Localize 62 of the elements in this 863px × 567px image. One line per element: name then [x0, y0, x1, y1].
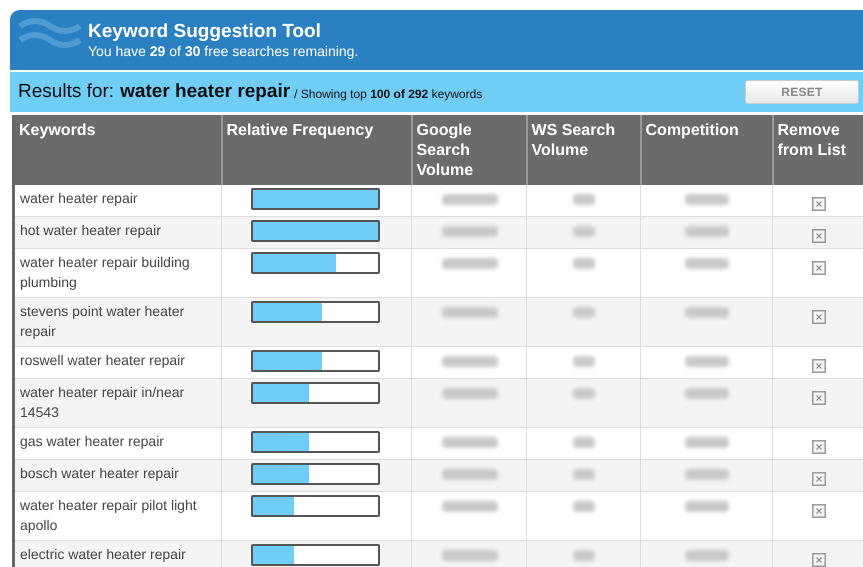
blurred-value — [572, 258, 594, 269]
blurred-value — [442, 437, 498, 448]
keyword-text: bosch water heater repair — [20, 464, 180, 483]
keyword-text: roswell water heater repair — [20, 351, 186, 370]
remove-icon[interactable] — [812, 196, 826, 211]
remove-icon[interactable] — [812, 310, 826, 324]
blurred-value — [685, 226, 729, 237]
remove-icon[interactable] — [812, 260, 826, 275]
keyword-text: water heater repair — [20, 189, 139, 208]
remove-icon[interactable] — [812, 504, 826, 518]
searches-remaining-text: You have 29 of 30 free searches remaining. — [88, 42, 358, 60]
keyword-text: water heater repair building plumbing — [20, 253, 191, 292]
results-summary: / Showing top 100 of 292 keywords — [294, 86, 482, 102]
blurred-value — [572, 307, 594, 318]
blurred-value — [572, 356, 594, 367]
blurred-value — [685, 356, 729, 367]
blurred-value — [685, 307, 729, 318]
blurred-value — [572, 550, 594, 561]
blurred-value — [442, 501, 498, 512]
blurred-value — [572, 194, 594, 205]
blurred-value — [572, 469, 594, 480]
column-header: Keywords — [19, 121, 96, 141]
remove-icon[interactable] — [812, 472, 826, 486]
blurred-value — [685, 550, 729, 561]
blurred-value — [442, 307, 498, 318]
blurred-value — [685, 437, 729, 448]
column-header: Google Search Volume — [416, 121, 474, 181]
blurred-value — [442, 226, 498, 237]
blurred-value — [685, 469, 729, 480]
blurred-value — [685, 501, 729, 512]
blurred-value — [685, 388, 729, 399]
keyword-text: water heater repair in/near 14543 — [20, 383, 186, 422]
remove-icon[interactable] — [812, 440, 826, 454]
column-header: Relative Frequency — [226, 121, 374, 141]
blurred-value — [442, 388, 498, 399]
blurred-value — [685, 194, 729, 205]
blurred-value — [442, 469, 498, 480]
blurred-value — [442, 258, 498, 269]
search-query: water heater repair — [120, 80, 290, 104]
blurred-value — [442, 356, 498, 367]
results-label: Results for: — [18, 80, 114, 104]
keyword-text: hot water heater repair — [20, 221, 162, 240]
keyword-text: gas water heater repair — [20, 432, 165, 451]
blurred-value — [685, 258, 729, 269]
remove-icon[interactable] — [812, 228, 826, 243]
blurred-value — [572, 501, 594, 512]
reset-button[interactable]: RESET — [745, 80, 859, 104]
keyword-text: stevens point water heater repair — [20, 302, 186, 341]
remove-icon[interactable] — [812, 390, 826, 405]
remove-icon[interactable] — [812, 552, 826, 567]
keyword-text: water heater repair pilot light apollo — [20, 496, 198, 535]
column-header: Competition — [646, 121, 740, 141]
column-header: WS Search Volume — [532, 121, 616, 161]
blurred-value — [442, 550, 498, 561]
app-title: Keyword Suggestion Tool — [88, 20, 322, 42]
blurred-value — [572, 437, 594, 448]
remove-icon[interactable] — [812, 358, 826, 373]
keyword-text: electric water heater repair — [20, 545, 187, 564]
column-header: Remove from List — [778, 121, 847, 161]
blurred-value — [442, 194, 498, 205]
blurred-value — [572, 388, 594, 399]
blurred-value — [572, 226, 594, 237]
